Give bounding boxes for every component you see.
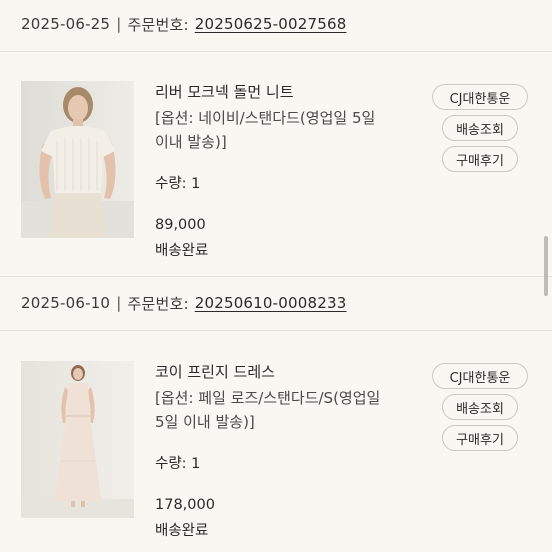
order-date: 2025-06-10	[21, 294, 111, 312]
track-shipment-button[interactable]: 배송조회	[442, 115, 518, 141]
order-actions: CJ대한통운 배송조회 구매후기	[432, 84, 528, 177]
product-name[interactable]: 리버 모크넥 돌먼 니트	[155, 80, 410, 104]
price: 178,000	[155, 497, 215, 513]
product-info: 리버 모크넥 돌먼 니트 [옵션: 네이비/스탠다드(영업일 5일 이내 발송)…	[155, 80, 410, 262]
write-review-button[interactable]: 구매후기	[442, 146, 518, 172]
order-header: 2025-06-10 | 주문번호: 20250610-0008233	[21, 290, 346, 316]
product-thumbnail[interactable]	[21, 81, 134, 238]
knit-model-image	[21, 81, 134, 238]
dress-model-image	[21, 361, 134, 518]
divider	[0, 330, 552, 331]
order-number-label: 주문번호:	[127, 15, 189, 34]
divider	[0, 51, 552, 52]
price: 89,000	[155, 217, 206, 233]
product-name[interactable]: 코이 프린지 드레스	[155, 360, 410, 384]
delivery-status: 배송완료	[155, 243, 209, 259]
write-review-button[interactable]: 구매후기	[442, 425, 518, 451]
separator: |	[116, 294, 122, 312]
order-header: 2025-06-25 | 주문번호: 20250625-0027568	[21, 11, 346, 37]
carrier-button[interactable]: CJ대한통운	[432, 84, 528, 110]
quantity: 수량: 1	[155, 456, 201, 472]
product-info: 코이 프린지 드레스 [옵션: 페일 로즈/스탠다드/S(영업일 5일 이내 발…	[155, 360, 410, 542]
delivery-status: 배송완료	[155, 523, 209, 539]
order-number-label: 주문번호:	[127, 294, 189, 313]
product-option: [옵션: 페일 로즈/스탠다드/S(영업일 5일 이내 발송)]	[155, 386, 410, 434]
carrier-button[interactable]: CJ대한통운	[432, 363, 528, 389]
product-option-line: 5일 이내 발송)]	[155, 413, 255, 431]
separator: |	[116, 15, 122, 33]
order-actions: CJ대한통운 배송조회 구매후기	[432, 363, 528, 456]
product-thumbnail[interactable]	[21, 361, 134, 518]
product-option: [옵션: 네이비/스탠다드(영업일 5일 이내 발송)]	[155, 106, 410, 154]
divider	[0, 276, 552, 277]
order-number-link[interactable]: 20250610-0008233	[195, 294, 347, 312]
product-option-line: 이내 발송)]	[155, 133, 227, 151]
quantity: 수량: 1	[155, 176, 201, 192]
order-number-link[interactable]: 20250625-0027568	[195, 15, 347, 33]
order-date: 2025-06-25	[21, 15, 111, 33]
track-shipment-button[interactable]: 배송조회	[442, 394, 518, 420]
product-option-line: [옵션: 페일 로즈/스탠다드/S(영업일	[155, 389, 381, 407]
scrollbar[interactable]	[544, 236, 548, 296]
product-option-line: [옵션: 네이비/스탠다드(영업일 5일	[155, 109, 376, 127]
